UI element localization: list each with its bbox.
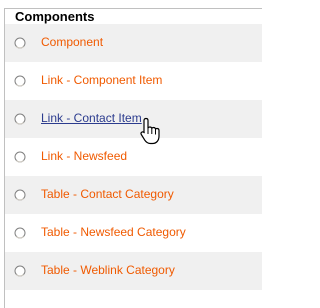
radio-button[interactable]	[14, 113, 26, 125]
components-list: Component Link - Component Item Link - C…	[5, 24, 262, 290]
item-link-table-newsfeed-category[interactable]: Table - Newsfeed Category	[41, 225, 186, 240]
list-item-table-newsfeed-category[interactable]: Table - Newsfeed Category	[5, 214, 262, 252]
list-item-link-newsfeed[interactable]: Link - Newsfeed	[5, 138, 262, 176]
radio-button[interactable]	[14, 37, 26, 49]
item-link-component[interactable]: Component	[41, 35, 103, 50]
components-legend: Components	[13, 9, 97, 25]
item-link-table-contact-category[interactable]: Table - Contact Category	[41, 187, 174, 202]
item-link-table-weblink-category[interactable]: Table - Weblink Category	[41, 263, 175, 278]
radio-button[interactable]	[14, 189, 26, 201]
list-item-table-weblink-category[interactable]: Table - Weblink Category	[5, 252, 262, 290]
radio-button[interactable]	[14, 227, 26, 239]
item-link-link-newsfeed[interactable]: Link - Newsfeed	[41, 149, 127, 164]
item-link-link-contact-item[interactable]: Link - Contact Item	[41, 111, 142, 126]
radio-button[interactable]	[14, 151, 26, 163]
list-item-component[interactable]: Component	[5, 24, 262, 62]
list-item-table-contact-category[interactable]: Table - Contact Category	[5, 176, 262, 214]
radio-button[interactable]	[14, 265, 26, 277]
list-item-link-component-item[interactable]: Link - Component Item	[5, 62, 262, 100]
item-link-link-component-item[interactable]: Link - Component Item	[41, 73, 162, 88]
radio-button[interactable]	[14, 75, 26, 87]
list-item-link-contact-item[interactable]: Link - Contact Item	[5, 100, 262, 138]
